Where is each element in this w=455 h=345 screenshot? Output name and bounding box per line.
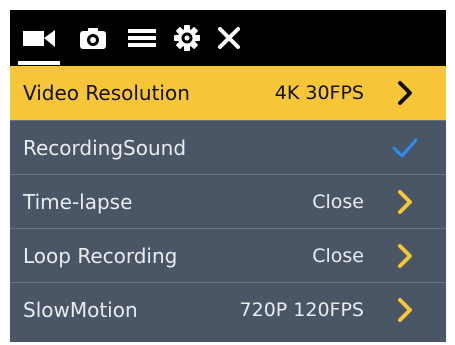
camera-settings-screen: Video Resolution 4K 30FPS RecordingSound…: [10, 10, 446, 342]
tab-video[interactable]: [18, 10, 60, 66]
video-camera-icon: [22, 27, 56, 49]
chevron-right-icon: [390, 175, 420, 229]
menu-item-value: Close: [312, 245, 364, 267]
menu-item-time-lapse[interactable]: Time-lapse Close: [10, 174, 446, 228]
menu-item-video-resolution[interactable]: Video Resolution 4K 30FPS: [10, 66, 446, 120]
menu-item-slow-motion[interactable]: SlowMotion 720P 120FPS: [10, 282, 446, 336]
menu-item-value: 4K 30FPS: [274, 82, 364, 104]
menu-item-value: Close: [312, 191, 364, 213]
menu-item-label: Video Resolution: [23, 81, 190, 105]
menu-item-value: 720P 120FPS: [239, 299, 364, 321]
menu-item-label: Loop Recording: [23, 244, 178, 268]
menu-item-label: RecordingSound: [23, 136, 187, 160]
mode-tab-bar: [10, 10, 446, 66]
menu-item-loop-recording[interactable]: Loop Recording Close: [10, 228, 446, 282]
tab-photo[interactable]: [76, 10, 110, 66]
menu-icon: [127, 27, 157, 49]
chevron-right-icon: [390, 66, 420, 120]
tab-settings[interactable]: [170, 10, 204, 66]
menu-item-recording-sound[interactable]: RecordingSound: [10, 120, 446, 174]
photo-camera-icon: [79, 26, 107, 50]
close-button[interactable]: [214, 10, 244, 66]
gear-icon: [173, 24, 201, 52]
close-icon: [217, 26, 241, 50]
tab-menu[interactable]: [124, 10, 160, 66]
chevron-right-icon: [390, 283, 420, 337]
chevron-right-icon: [390, 229, 420, 283]
menu-item-label: SlowMotion: [23, 298, 138, 322]
active-tab-indicator: [18, 61, 60, 65]
check-icon: [390, 121, 420, 175]
menu-item-label: Time-lapse: [23, 190, 133, 214]
